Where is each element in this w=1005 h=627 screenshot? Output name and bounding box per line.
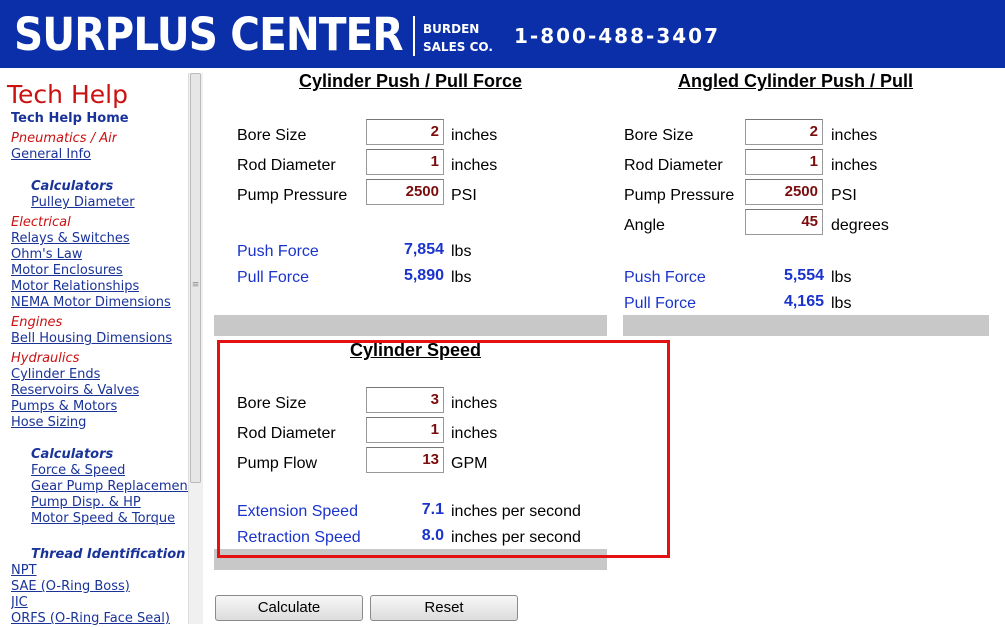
site-banner: SURPLUS CENTER BURDEN SALES CO. 1-800-48… [0, 0, 1005, 68]
sidebar-category: Engines [11, 315, 63, 330]
sidebar-link[interactable]: Hose Sizing [11, 415, 86, 431]
angled-push-force-value: 5,554 [783, 267, 824, 284]
push-pull-title: Cylinder Push / Pull Force [299, 71, 523, 91]
angled-push-force-label: Push Force [624, 269, 706, 286]
sidebar-link[interactable]: Gear Pump Replacement [31, 479, 188, 495]
push-pull-footer-bar [214, 315, 607, 336]
pull-force-label: Pull Force [237, 269, 310, 286]
angled-bore-input[interactable]: 2 [745, 119, 823, 145]
sidebar-link[interactable]: Motor Speed & Torque [31, 511, 175, 527]
sidebar-heading: Calculators [31, 447, 114, 462]
sidebar-link[interactable]: Bell Housing Dimensions [11, 331, 172, 347]
phone-number: 1-800-488-3407 [514, 24, 720, 48]
push-force-unit: lbs [451, 243, 472, 260]
calculate-button[interactable]: Calculate [215, 595, 363, 621]
highlight-box [217, 340, 670, 558]
angled-pressure-input[interactable]: 2500 [745, 179, 823, 205]
push-pull-rod-label: Rod Diameter [237, 157, 336, 174]
push-pull-pressure-label: Pump Pressure [237, 187, 348, 204]
sidebar-link[interactable]: NEMA Motor Dimensions [11, 295, 171, 311]
angled-angle-input[interactable]: 45 [745, 209, 823, 235]
reset-button[interactable]: Reset [370, 595, 518, 621]
site-logo[interactable]: SURPLUS CENTER [14, 6, 404, 64]
scrollbar-grip-icon: ≡ [191, 280, 200, 290]
sidebar-link[interactable]: Force & Speed [31, 463, 125, 479]
angled-pressure-unit: PSI [831, 187, 857, 204]
angled-rod-input[interactable]: 1 [745, 149, 823, 175]
sidebar-link[interactable]: SAE (O-Ring Boss) [11, 579, 130, 595]
sidebar-link[interactable]: Pulley Diameter [31, 195, 135, 211]
sidebar-link[interactable]: JIC [11, 595, 28, 611]
angled-angle-unit: degrees [831, 217, 889, 234]
sidebar-link[interactable]: Relays & Switches [11, 231, 130, 247]
angled-push-force-unit: lbs [831, 269, 852, 286]
push-pull-pressure-input[interactable]: 2500 [366, 179, 444, 205]
angled-bore-unit: inches [831, 127, 878, 144]
sidebar-category: Hydraulics [11, 351, 80, 366]
pull-force-value: 5,890 [403, 267, 444, 284]
angled-footer-bar [623, 315, 989, 336]
push-pull-pressure-unit: PSI [451, 187, 477, 204]
sidebar-link[interactable]: General Info [11, 147, 91, 163]
sidebar-title: Tech Help [7, 80, 128, 109]
sidebar-category: Pneumatics / Air [11, 131, 118, 146]
sidebar-heading: Calculators [31, 179, 114, 194]
push-pull-bore-input[interactable]: 2 [366, 119, 444, 145]
sidebar-link[interactable]: Ohm's Law [11, 247, 82, 263]
logo-subtitle-line1: BURDEN [423, 22, 480, 36]
sidebar-heading: Thread Identification [31, 547, 186, 562]
push-pull-rod-input[interactable]: 1 [366, 149, 444, 175]
sidebar-link[interactable]: ORFS (O-Ring Face Seal) [11, 611, 170, 627]
push-pull-rod-unit: inches [451, 157, 498, 174]
push-force-label: Push Force [237, 243, 319, 260]
angled-angle-label: Angle [624, 217, 665, 234]
angled-pull-force-unit: lbs [831, 295, 852, 312]
angled-title: Angled Cylinder Push / Pull [678, 71, 914, 91]
sidebar-scrollbar-thumb[interactable] [190, 73, 201, 483]
sidebar-link[interactable]: Pump Disp. & HP [31, 495, 141, 511]
angled-rod-label: Rod Diameter [624, 157, 723, 174]
push-pull-bore-unit: inches [451, 127, 498, 144]
sidebar-category: Electrical [11, 215, 71, 230]
angled-pull-force-label: Pull Force [624, 295, 697, 312]
push-pull-bore-label: Bore Size [237, 127, 307, 144]
push-force-value: 7,854 [403, 241, 444, 258]
sidebar-home-link[interactable]: Tech Help Home [11, 111, 129, 126]
logo-divider [413, 16, 415, 56]
sidebar-link[interactable]: Pumps & Motors [11, 399, 117, 415]
sidebar-link[interactable]: Reservoirs & Valves [11, 383, 139, 399]
logo-subtitle: BURDEN SALES CO. [423, 20, 493, 56]
pull-force-unit: lbs [451, 269, 472, 286]
angled-pressure-label: Pump Pressure [624, 187, 735, 204]
sidebar-link[interactable]: Motor Enclosures [11, 263, 123, 279]
logo-subtitle-line2: SALES CO. [423, 40, 493, 54]
angled-rod-unit: inches [831, 157, 878, 174]
sidebar-link[interactable]: NPT [11, 563, 37, 579]
sidebar-link[interactable]: Motor Relationships [11, 279, 139, 295]
angled-bore-label: Bore Size [624, 127, 694, 144]
angled-pull-force-value: 4,165 [783, 293, 824, 310]
sidebar-link[interactable]: Cylinder Ends [11, 367, 100, 383]
